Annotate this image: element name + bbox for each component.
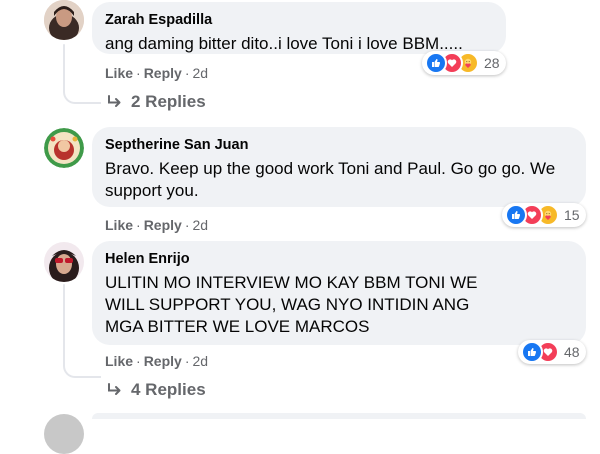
- like-button[interactable]: Like: [105, 217, 133, 233]
- commenter-name[interactable]: Helen Enrijo: [105, 250, 573, 268]
- comment-bubble: Septherine San Juan Bravo. Keep up the g…: [92, 127, 586, 207]
- commenter-name[interactable]: Septherine San Juan: [105, 136, 573, 154]
- like-button[interactable]: Like: [105, 65, 133, 81]
- comment-timestamp[interactable]: 2d: [192, 65, 208, 81]
- thread-connector: [63, 78, 101, 104]
- thread-connector: [63, 352, 101, 378]
- comment-actions: Like · Reply · 2d: [105, 65, 209, 81]
- comment-actions: Like · Reply · 2d: [105, 353, 209, 369]
- like-button[interactable]: Like: [105, 353, 133, 369]
- reply-arrow-icon: [108, 95, 121, 107]
- thread-line: [63, 284, 65, 356]
- commenter-name[interactable]: Zarah Espadilla: [105, 11, 493, 29]
- avatar[interactable]: [44, 414, 84, 454]
- reply-button[interactable]: Reply: [144, 217, 182, 233]
- avatar[interactable]: [44, 128, 84, 168]
- view-replies-button[interactable]: 4 Replies: [107, 380, 206, 400]
- reply-button[interactable]: Reply: [144, 65, 182, 81]
- reaction-count: 28: [484, 55, 500, 71]
- view-replies-button[interactable]: 2 Replies: [107, 92, 206, 112]
- like-icon: [505, 204, 527, 226]
- avatar[interactable]: [44, 0, 84, 40]
- replies-label: 4 Replies: [131, 380, 206, 399]
- reaction-count: 15: [564, 207, 580, 223]
- reactions-summary[interactable]: 48: [518, 340, 586, 364]
- reaction-count: 48: [564, 344, 580, 360]
- like-icon: [521, 341, 543, 363]
- comment-bubble: Helen Enrijo ULITIN MO INTERVIEW MO KAY …: [92, 241, 586, 345]
- comment-timestamp[interactable]: 2d: [192, 217, 208, 233]
- comment-text: Bravo. Keep up the good work Toni and Pa…: [105, 159, 556, 200]
- avatar[interactable]: [44, 242, 84, 282]
- reply-arrow-icon: [108, 383, 121, 395]
- comment-text: ULITIN MO INTERVIEW MO KAY BBM TONI WE W…: [105, 273, 478, 336]
- thread-line: [63, 44, 65, 80]
- reactions-summary[interactable]: 15: [502, 203, 586, 227]
- like-icon: [425, 52, 447, 74]
- reply-button[interactable]: Reply: [144, 353, 182, 369]
- comment-timestamp[interactable]: 2d: [192, 353, 208, 369]
- replies-label: 2 Replies: [131, 92, 206, 111]
- comment-bubble-partial: [92, 413, 586, 419]
- reactions-summary[interactable]: 28: [422, 51, 506, 75]
- comment-bubble: Zarah Espadilla ang daming bitter dito..…: [92, 2, 506, 54]
- comment-actions: Like · Reply · 2d: [105, 217, 209, 233]
